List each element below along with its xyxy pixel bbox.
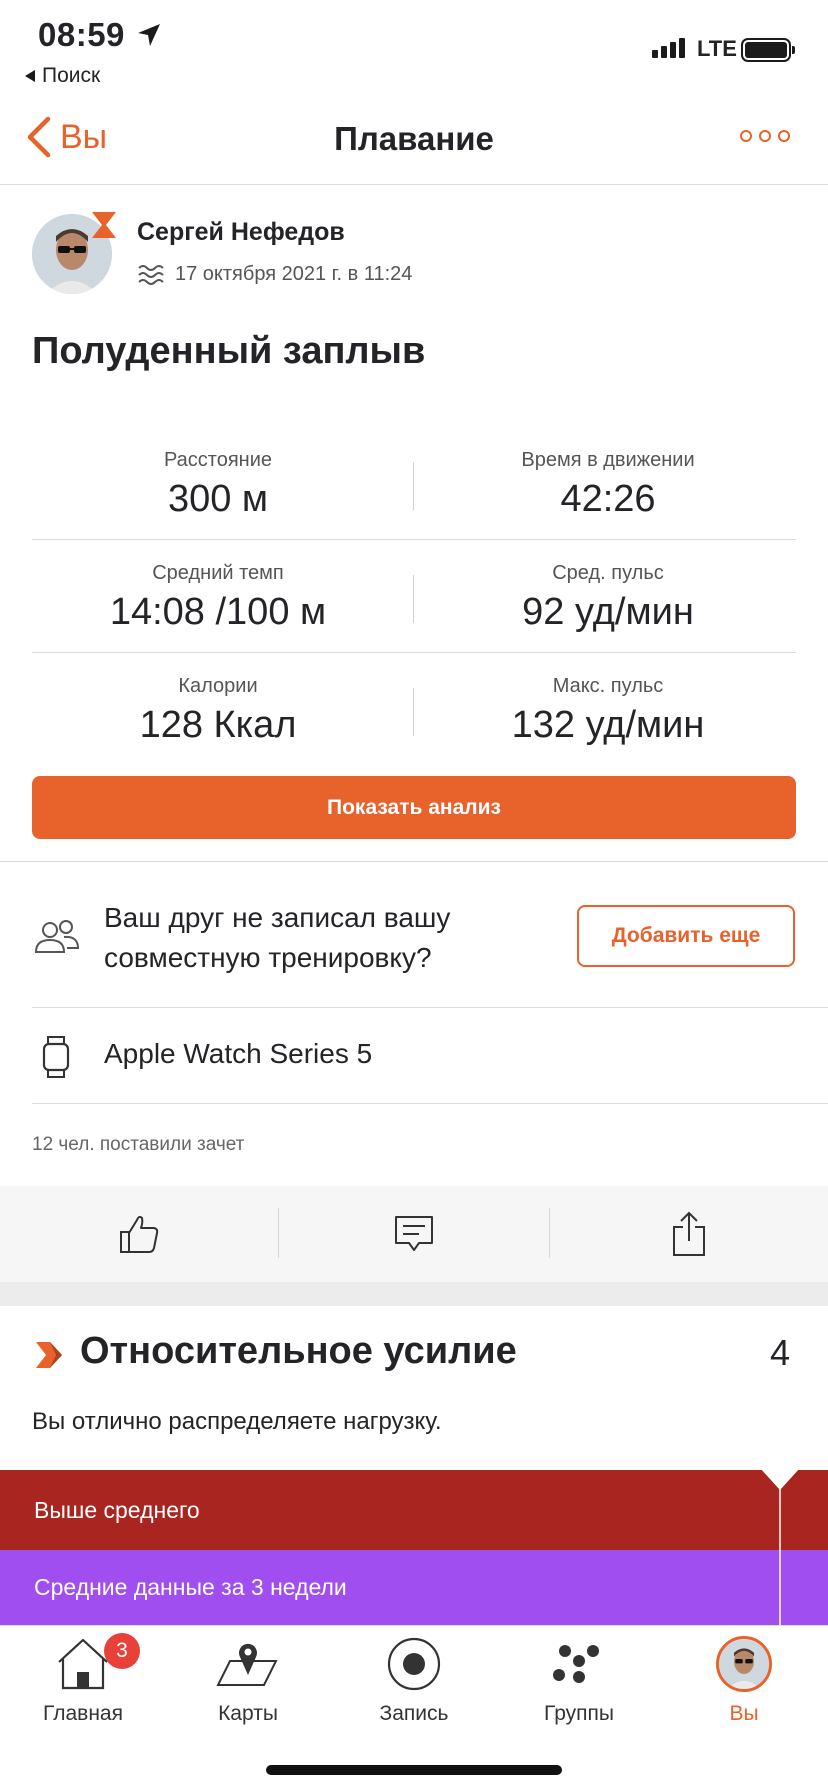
relative-effort-description: Вы отлично распределяете нагрузку. <box>32 1408 442 1435</box>
stat-calories: Калории 128 Ккал <box>28 675 408 747</box>
stat-value: 92 уд/мин <box>522 591 694 633</box>
tab-record[interactable]: Запись <box>331 1630 497 1726</box>
stat-divider <box>413 688 414 736</box>
stat-value: 132 уд/мин <box>511 704 705 746</box>
stat-value: 300 м <box>167 478 269 520</box>
watch-icon <box>42 1036 70 1078</box>
friend-prompt-text: Ваш друг не записал вашу совместную трен… <box>104 898 504 978</box>
share-icon <box>672 1211 705 1256</box>
share-button[interactable] <box>549 1186 828 1282</box>
stat-label: Сред. пульс <box>552 562 664 584</box>
row-divider <box>32 1007 828 1008</box>
tab-label: Группы <box>544 1702 614 1725</box>
nav-divider <box>0 184 828 185</box>
effort-band-3-week-average: Средние данные за 3 недели <box>0 1550 828 1625</box>
battery-cap <box>792 46 795 54</box>
notification-badge: 3 <box>104 1633 140 1669</box>
status-time: 08:59 <box>38 16 125 53</box>
stat-max-hr: Макс. пульс 132 уд/мин <box>418 675 798 747</box>
athlete-name[interactable]: Сергей Нефедов <box>137 218 345 247</box>
tab-label: Главная <box>43 1702 123 1725</box>
friend-prompt-line2: совместную тренировку? <box>104 942 432 973</box>
activity-date-row: 17 октября 2021 г. в 11:24 <box>137 260 412 288</box>
map-icon <box>216 1643 278 1686</box>
profile-avatar <box>716 1636 772 1692</box>
stat-divider <box>413 575 414 623</box>
section-divider <box>0 861 828 862</box>
home-icon <box>58 1638 108 1690</box>
groups-icon <box>553 1645 599 1683</box>
add-others-button[interactable]: Добавить еще <box>577 905 795 967</box>
relative-effort-score: 4 <box>770 1332 791 1373</box>
stat-value: 42:26 <box>560 478 656 520</box>
stat-avg-hr: Сред. пульс 92 уд/мин <box>418 562 798 634</box>
stat-value: 14:08 /100 м <box>109 591 327 633</box>
back-app-label: Поиск <box>42 64 101 87</box>
activity-title: Полуденный заплыв <box>32 330 426 372</box>
row-divider <box>32 1103 828 1104</box>
stats-divider <box>32 652 796 653</box>
network-type: LTE <box>697 36 737 61</box>
back-to-search[interactable]: Поиск <box>24 64 100 88</box>
tab-maps[interactable]: Карты <box>165 1630 331 1726</box>
device-name: Apple Watch Series 5 <box>104 1038 373 1069</box>
battery-icon <box>741 38 791 62</box>
more-options-icon[interactable] <box>740 130 790 142</box>
stats-divider <box>32 539 796 540</box>
tab-home[interactable]: Главная <box>0 1630 166 1726</box>
effort-marker-pointer <box>760 1468 800 1490</box>
swim-icon <box>138 265 164 285</box>
stat-label: Макс. пульс <box>552 675 664 697</box>
thumbs-up-icon <box>120 1215 159 1253</box>
activity-datetime: 17 октября 2021 г. в 11:24 <box>175 262 413 285</box>
tab-label: Запись <box>379 1702 449 1725</box>
stat-divider <box>413 462 414 510</box>
page-title: Плавание <box>334 120 494 157</box>
location-arrow-icon <box>138 24 160 46</box>
stat-moving-time: Время в движении 42:26 <box>418 449 798 521</box>
tab-groups[interactable]: Группы <box>496 1630 662 1726</box>
tab-you[interactable]: Вы <box>661 1630 827 1726</box>
strava-chevron-badge-icon <box>92 212 116 238</box>
back-triangle-icon <box>25 70 35 82</box>
record-icon <box>387 1637 441 1691</box>
effort-band-above-average: Выше среднего <box>0 1470 828 1550</box>
show-analysis-button[interactable]: Показать анализ <box>32 776 796 839</box>
effort-marker-line <box>779 1470 781 1625</box>
stat-label: Время в движении <box>521 449 695 471</box>
cellular-signal-icon <box>652 38 685 58</box>
kudos-count[interactable]: 12 чел. поставили зачет <box>32 1134 244 1156</box>
comment-icon <box>394 1216 433 1251</box>
stat-value: 128 Ккал <box>139 704 297 746</box>
stat-label: Расстояние <box>163 449 273 471</box>
stat-label: Средний темп <box>152 562 284 584</box>
group-people-icon <box>34 920 80 953</box>
friend-prompt-line1: Ваш друг не записал вашу <box>104 902 451 933</box>
relative-effort-title[interactable]: Относительное усилие <box>80 1330 517 1373</box>
tab-label: Карты <box>218 1702 278 1725</box>
kudos-button[interactable] <box>0 1186 278 1282</box>
comment-button[interactable] <box>278 1186 549 1282</box>
relative-effort-chevron-icon <box>36 1342 62 1368</box>
section-gap <box>0 1282 828 1306</box>
stat-distance: Расстояние 300 м <box>28 449 408 521</box>
stat-label: Калории <box>178 675 258 697</box>
home-indicator <box>266 1765 562 1775</box>
stat-avg-pace: Средний темп 14:08 /100 м <box>28 562 408 634</box>
tab-label: Вы <box>729 1702 759 1725</box>
